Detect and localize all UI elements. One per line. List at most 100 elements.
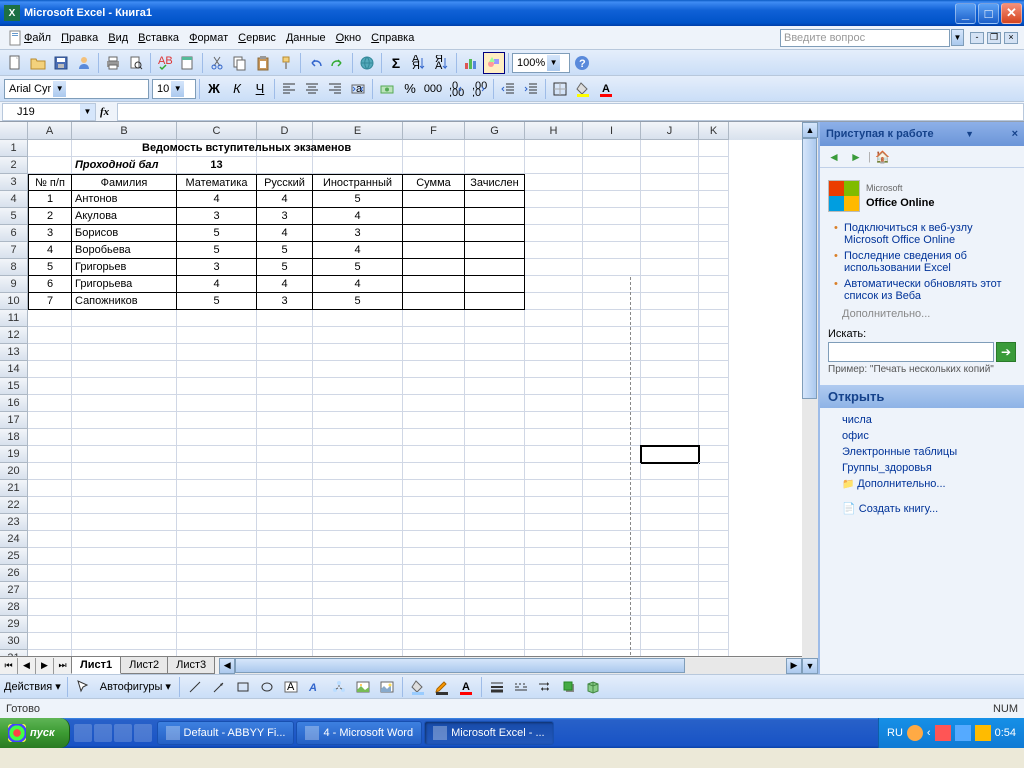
cell-C16[interactable] <box>177 395 257 412</box>
cell-E21[interactable] <box>313 480 403 497</box>
cell-E27[interactable] <box>313 582 403 599</box>
cell-I25[interactable] <box>583 548 641 565</box>
diagram-icon[interactable] <box>328 676 350 698</box>
row-header-10[interactable]: 10 <box>0 293 28 310</box>
cell-D23[interactable] <box>257 514 313 531</box>
cell-G24[interactable] <box>465 531 525 548</box>
paste-icon[interactable] <box>252 52 274 74</box>
cell-A17[interactable] <box>28 412 72 429</box>
cell-A3[interactable]: № п/п <box>28 174 72 191</box>
cell-C10[interactable]: 5 <box>177 293 257 310</box>
cell-D16[interactable] <box>257 395 313 412</box>
row-header-29[interactable]: 29 <box>0 616 28 633</box>
cell-K16[interactable] <box>699 395 729 412</box>
cell-D24[interactable] <box>257 531 313 548</box>
textbox-icon[interactable]: A <box>280 676 302 698</box>
cell-K22[interactable] <box>699 497 729 514</box>
italic-button[interactable]: К <box>226 78 248 100</box>
underline-button[interactable]: Ч <box>249 78 271 100</box>
cell-F16[interactable] <box>403 395 465 412</box>
format-painter-icon[interactable] <box>275 52 297 74</box>
zoom-combo[interactable]: 100%▼ <box>512 53 570 73</box>
cell-C18[interactable] <box>177 429 257 446</box>
row-header-12[interactable]: 12 <box>0 327 28 344</box>
cell-C12[interactable] <box>177 327 257 344</box>
cell-D30[interactable] <box>257 633 313 650</box>
cell-J28[interactable] <box>641 599 699 616</box>
row-header-28[interactable]: 28 <box>0 599 28 616</box>
cell-A1[interactable] <box>28 140 72 157</box>
taskpane-back-icon[interactable]: ◄ <box>824 148 844 166</box>
row-header-9[interactable]: 9 <box>0 276 28 293</box>
cell-G17[interactable] <box>465 412 525 429</box>
cell-K26[interactable] <box>699 565 729 582</box>
clipart-icon[interactable] <box>352 676 374 698</box>
cell-F9[interactable] <box>403 276 465 293</box>
decrease-indent-icon[interactable] <box>497 78 519 100</box>
cell-E19[interactable] <box>313 446 403 463</box>
cell-I14[interactable] <box>583 361 641 378</box>
font-combo[interactable]: Arial Cyr▼ <box>4 79 149 99</box>
cell-A31[interactable] <box>28 650 72 656</box>
spreadsheet-grid[interactable]: ABCDEFGHIJK 1Ведомость вступительных экз… <box>0 122 802 674</box>
cell-D3[interactable]: Русский <box>257 174 313 191</box>
autoshapes-menu[interactable]: Автофигуры ▾ <box>100 680 171 693</box>
cell-E2[interactable] <box>313 157 403 174</box>
cell-G31[interactable] <box>465 650 525 656</box>
cell-K21[interactable] <box>699 480 729 497</box>
cell-H1[interactable] <box>525 140 583 157</box>
new-icon[interactable] <box>4 52 26 74</box>
cell-J4[interactable] <box>641 191 699 208</box>
cell-G9[interactable] <box>465 276 525 293</box>
taskbar-task[interactable]: Default - ABBYY Fi... <box>157 721 295 745</box>
row-header-2[interactable]: 2 <box>0 157 28 174</box>
cell-E24[interactable] <box>313 531 403 548</box>
row-header-18[interactable]: 18 <box>0 429 28 446</box>
select-all-corner[interactable] <box>0 122 28 140</box>
recent-file-link[interactable]: офис <box>842 430 1016 442</box>
cell-C24[interactable] <box>177 531 257 548</box>
cell-A23[interactable] <box>28 514 72 531</box>
cell-C6[interactable]: 5 <box>177 225 257 242</box>
help-search[interactable] <box>780 29 950 47</box>
cell-C5[interactable]: 3 <box>177 208 257 225</box>
cell-C7[interactable]: 5 <box>177 242 257 259</box>
cell-A22[interactable] <box>28 497 72 514</box>
col-header-E[interactable]: E <box>313 122 403 140</box>
cell-A12[interactable] <box>28 327 72 344</box>
taskpane-home-icon[interactable]: 🏠 <box>873 148 893 166</box>
print-icon[interactable] <box>102 52 124 74</box>
comma-icon[interactable]: 000 <box>422 78 444 100</box>
sort-desc-icon[interactable]: ЯА <box>431 52 453 74</box>
cell-G28[interactable] <box>465 599 525 616</box>
oval-icon[interactable] <box>256 676 278 698</box>
row-header-14[interactable]: 14 <box>0 361 28 378</box>
cell-H30[interactable] <box>525 633 583 650</box>
cell-K14[interactable] <box>699 361 729 378</box>
align-left-icon[interactable] <box>278 78 300 100</box>
cell-D10[interactable]: 3 <box>257 293 313 310</box>
cell-K25[interactable] <box>699 548 729 565</box>
cell-B14[interactable] <box>72 361 177 378</box>
open-icon[interactable] <box>27 52 49 74</box>
cell-E26[interactable] <box>313 565 403 582</box>
cell-F22[interactable] <box>403 497 465 514</box>
cell-B20[interactable] <box>72 463 177 480</box>
cell-K1[interactable] <box>699 140 729 157</box>
cell-I29[interactable] <box>583 616 641 633</box>
cell-C9[interactable]: 4 <box>177 276 257 293</box>
cell-G27[interactable] <box>465 582 525 599</box>
col-header-H[interactable]: H <box>525 122 583 140</box>
cell-I22[interactable] <box>583 497 641 514</box>
copy-icon[interactable] <box>229 52 251 74</box>
cell-G4[interactable] <box>465 191 525 208</box>
taskpane-search-input[interactable] <box>828 342 994 362</box>
cell-J7[interactable] <box>641 242 699 259</box>
cell-K7[interactable] <box>699 242 729 259</box>
cell-C21[interactable] <box>177 480 257 497</box>
wordart-icon[interactable]: A <box>304 676 326 698</box>
cell-J11[interactable] <box>641 310 699 327</box>
cell-F19[interactable] <box>403 446 465 463</box>
help-icon[interactable]: ? <box>571 52 593 74</box>
cell-J6[interactable] <box>641 225 699 242</box>
